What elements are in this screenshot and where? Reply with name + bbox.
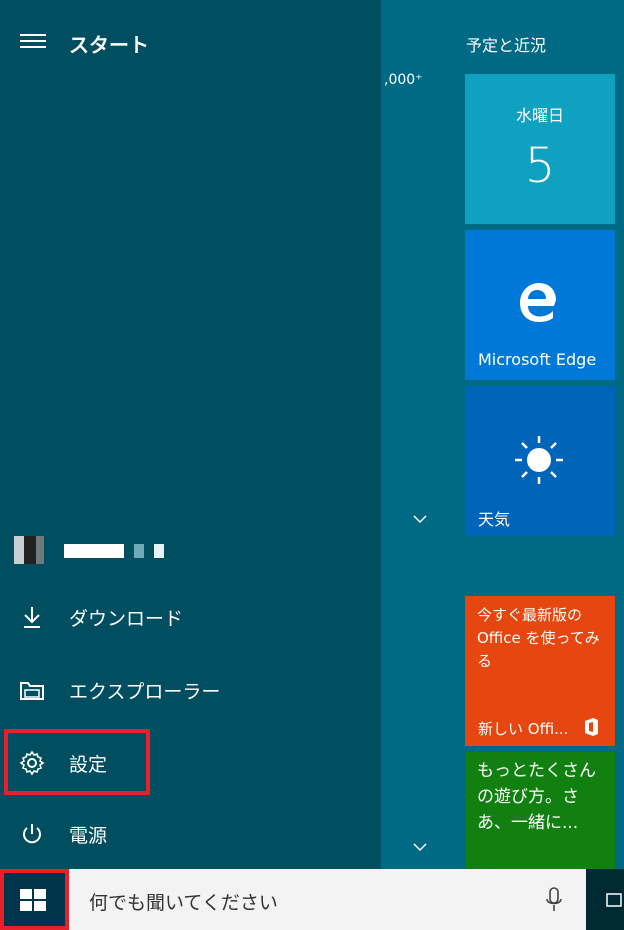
chevron-down-icon[interactable]: [413, 840, 427, 856]
xbox-tile[interactable]: もっとたくさんの遊び方。さあ、一緒に...: [465, 752, 615, 869]
weather-tile[interactable]: 天気: [465, 386, 615, 536]
hamburger-menu-icon[interactable]: [20, 34, 46, 50]
tile-label: Microsoft Edge: [478, 350, 597, 369]
search-placeholder: 何でも聞いてください: [89, 892, 278, 914]
menu-item-power[interactable]: 電源: [0, 808, 381, 860]
menu-item-downloads[interactable]: ダウンロード: [0, 591, 381, 643]
search-input[interactable]: 何でも聞いてください: [69, 869, 586, 930]
tile-label: 天気: [478, 510, 511, 529]
power-icon: [18, 820, 46, 848]
app-list-strip: [381, 0, 449, 869]
office-icon: [583, 718, 599, 740]
menu-item-explorer[interactable]: エクスプローラー: [0, 664, 381, 716]
microphone-icon[interactable]: [544, 885, 564, 915]
tiles-group-header: 予定と近況: [466, 36, 547, 55]
menu-item-label: ダウンロード: [69, 607, 184, 630]
app-count-text: ,000⁺: [384, 72, 423, 88]
calendar-day: 水曜日: [515, 106, 564, 125]
download-icon: [18, 603, 46, 631]
calendar-tile[interactable]: 水曜日 5: [465, 74, 615, 224]
menu-item-label: 電源: [69, 824, 108, 847]
tile-label: 新しい Offi...: [478, 720, 569, 738]
chevron-down-icon[interactable]: [413, 512, 427, 528]
task-view-icon[interactable]: [604, 890, 624, 910]
xbox-promo-text: もっとたくさんの遊び方。さあ、一緒に...: [477, 761, 596, 833]
start-title: スタート: [69, 33, 149, 57]
start-button-highlight-box: [0, 869, 69, 930]
calendar-date: 5: [524, 138, 556, 194]
settings-highlight-box: [4, 729, 150, 795]
sun-icon: [512, 433, 566, 491]
edge-icon: [516, 280, 560, 328]
avatar: [14, 536, 54, 564]
office-promo-text: 今すぐ最新版の Office を使ってみる: [477, 606, 600, 670]
office-tile[interactable]: 今すぐ最新版の Office を使ってみる 新しい Offi...: [465, 596, 615, 746]
menu-item-label: エクスプローラー: [69, 680, 221, 703]
user-name-redacted: [64, 544, 164, 558]
edge-tile[interactable]: Microsoft Edge: [465, 230, 615, 380]
user-account[interactable]: [14, 536, 184, 566]
folder-icon: [18, 676, 46, 704]
